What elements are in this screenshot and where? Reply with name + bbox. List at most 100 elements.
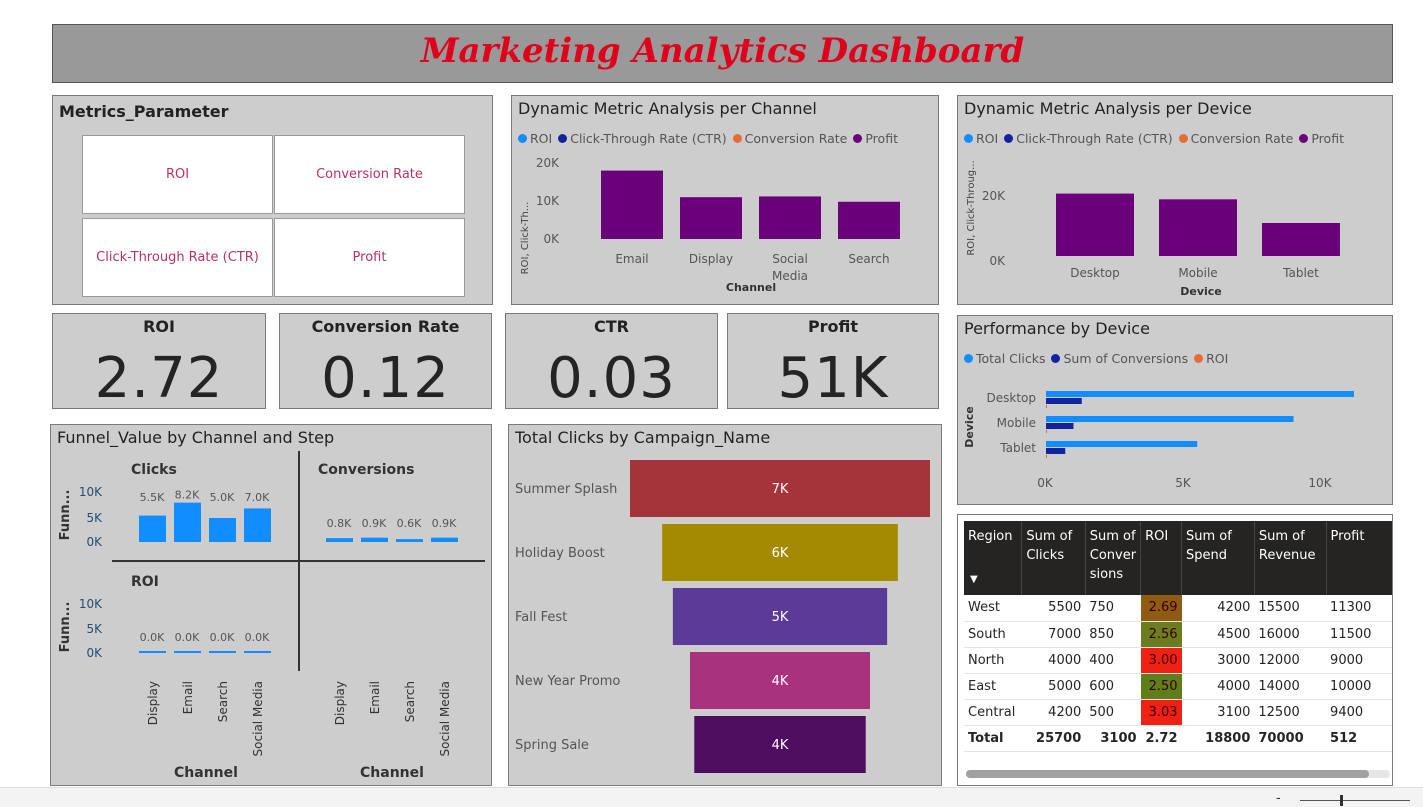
legend-item-roi[interactable]: ROI — [1194, 351, 1228, 366]
bar-roi[interactable] — [1046, 455, 1047, 458]
horizontal-scrollbar[interactable] — [966, 770, 1390, 778]
kpi-value: 0.03 — [547, 346, 676, 411]
legend-item-roi[interactable]: ROI — [964, 131, 998, 146]
bar-roi[interactable] — [174, 651, 201, 653]
bar-roi[interactable] — [244, 651, 271, 653]
table-cell: 14000 — [1254, 673, 1327, 700]
zoom-slider-thumb[interactable] — [1340, 795, 1343, 806]
column-header-spend[interactable]: Sum of Spend — [1181, 521, 1255, 595]
bar-email[interactable] — [601, 170, 663, 239]
legend-item-ctr[interactable]: Click-Through Rate (CTR) — [558, 131, 727, 146]
kpi-title: ROI — [143, 317, 175, 336]
column-header-profit[interactable]: Profit — [1326, 521, 1392, 595]
bar-roi[interactable] — [1046, 405, 1047, 408]
legend-dot — [558, 134, 568, 143]
bar-display[interactable] — [680, 197, 742, 239]
table-cell: 11500 — [1326, 621, 1392, 648]
bar-conversions[interactable] — [396, 539, 423, 542]
table-header-row: Region ▼ Sum of Clicks Sum of Conver sion… — [964, 521, 1392, 595]
kpi-value: 2.72 — [94, 346, 224, 411]
zoom-slider[interactable] — [1300, 795, 1410, 806]
legend-item-roi[interactable]: ROI — [518, 131, 552, 146]
bar-clicks[interactable] — [174, 502, 201, 542]
device-bar-chart: ROI, Click-Throug... 20K 0K Device Deskt… — [966, 160, 1340, 298]
legend-item-ctr[interactable]: Click-Through Rate (CTR) — [1004, 131, 1173, 146]
panel-label-clicks: Clicks — [131, 462, 177, 478]
x-axis-label: Channel — [360, 765, 424, 781]
category-label: Spring Sale — [515, 738, 589, 753]
bar-clicks[interactable] — [209, 518, 236, 542]
y-tick: 0K — [989, 254, 1006, 268]
column-header-roi[interactable]: ROI — [1140, 521, 1183, 595]
bar-conversions[interactable] — [1046, 423, 1074, 429]
column-header-clicks[interactable]: Sum of Clicks — [1021, 521, 1086, 595]
table-row[interactable]: South 7000 850 2.56 4500 16000 11500 — [964, 621, 1392, 648]
legend-label: Total Clicks — [976, 351, 1046, 366]
bar-conversions[interactable] — [1046, 398, 1082, 404]
legend-dot — [1004, 134, 1014, 143]
bar-desktop[interactable] — [1056, 193, 1134, 256]
bar-tablet[interactable] — [1262, 223, 1340, 256]
column-header-revenue[interactable]: Sum of Revenue — [1254, 521, 1327, 595]
bar-clicks[interactable] — [244, 508, 271, 542]
legend-item-conversions[interactable]: Sum of Conversions — [1051, 351, 1188, 366]
y-axis-label: ROI, Click-Throug... — [966, 160, 977, 255]
data-label: 8.2K — [175, 489, 200, 502]
kpi-card-profit: Profit 51K — [727, 313, 939, 411]
bar-conversions[interactable] — [361, 537, 388, 542]
bar-search[interactable] — [838, 201, 900, 239]
funnel-value-panel: Funnel_Value by Channel and Step Clicks … — [50, 424, 492, 786]
bar-social-media[interactable] — [759, 196, 821, 239]
bar-conversions[interactable] — [431, 537, 458, 542]
sort-down-icon[interactable]: ▼ — [970, 570, 978, 589]
bar-roi[interactable] — [209, 651, 236, 653]
table-row[interactable]: West 5500 750 2.69 4200 15500 11300 — [964, 595, 1392, 622]
legend-item-profit[interactable]: Profit — [1299, 131, 1344, 146]
kpi-card-roi: ROI 2.72 — [52, 313, 266, 411]
bar-conversions[interactable] — [1046, 448, 1066, 454]
bar-roi[interactable] — [139, 651, 166, 653]
table-row[interactable]: North 4000 400 3.00 3000 12000 9000 — [964, 647, 1392, 674]
slicer-option-ctr[interactable]: Click-Through Rate (CTR) — [82, 218, 273, 297]
kpi-card-ctr: CTR 0.03 — [505, 313, 718, 411]
column-header-region[interactable]: Region ▼ — [964, 521, 1023, 595]
legend-item-profit[interactable]: Profit — [853, 131, 898, 146]
y-tick: 0K — [86, 535, 103, 549]
bar-mobile[interactable] — [1159, 199, 1237, 256]
y-tick: 0K — [86, 646, 103, 660]
table-cell: 3000 — [1181, 647, 1255, 674]
title-banner: Marketing Analytics Dashboard — [52, 24, 1393, 83]
total-cell: 18800 — [1181, 724, 1255, 752]
x-tick-label: Tablet — [1282, 266, 1319, 280]
table-cell: 5000 — [1021, 673, 1086, 700]
panel-label-conversions: Conversions — [318, 462, 414, 478]
bar-total-clicks[interactable] — [1046, 391, 1354, 397]
legend-item-conversion-rate[interactable]: Conversion Rate — [732, 131, 847, 146]
column-header-conversions[interactable]: Sum of Conver sions — [1085, 521, 1142, 595]
x-tick: 10K — [1308, 476, 1332, 490]
legend-dot — [518, 134, 527, 143]
bar-clicks[interactable] — [139, 515, 166, 542]
legend-dot — [1051, 354, 1061, 363]
data-label: 0.0K — [245, 631, 270, 644]
table-cell: 12000 — [1254, 647, 1327, 674]
bar-total-clicks[interactable] — [1046, 416, 1294, 422]
bar-roi[interactable] — [1046, 430, 1047, 433]
slicer-option-profit[interactable]: Profit — [274, 218, 465, 297]
campaign-funnel-panel: Total Clicks by Campaign_Name 7K Summer S… — [508, 424, 942, 786]
table-cell: 500 — [1085, 699, 1141, 726]
legend-item-conversion-rate[interactable]: Conversion Rate — [1178, 131, 1293, 146]
x-tick-label: Social — [772, 252, 808, 266]
funnel-title: Funnel_Value by Channel and Step — [57, 428, 335, 447]
slicer-option-roi[interactable]: ROI — [82, 135, 273, 214]
table-row[interactable]: East 5000 600 2.50 4000 14000 10000 — [964, 673, 1392, 700]
device-chart-title: Dynamic Metric Analysis per Device — [964, 99, 1252, 118]
bar-total-clicks[interactable] — [1046, 441, 1198, 447]
bar-conversions[interactable] — [326, 538, 353, 542]
table-row[interactable]: Central 4200 500 3.03 3100 12500 9400 — [964, 699, 1392, 726]
slicer-option-conversion-rate[interactable]: Conversion Rate — [274, 135, 465, 214]
scrollbar-thumb[interactable] — [966, 770, 1369, 778]
zoom-out-icon[interactable]: - — [1276, 791, 1281, 806]
legend-item-total-clicks[interactable]: Total Clicks — [964, 351, 1045, 366]
x-tick-label: Desktop — [1070, 266, 1120, 280]
